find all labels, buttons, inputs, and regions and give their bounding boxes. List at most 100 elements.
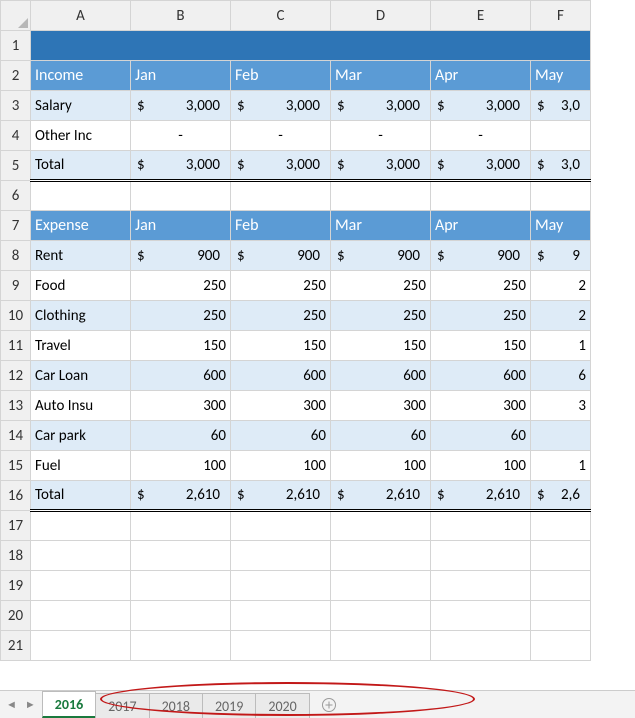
title-band[interactable] [31, 31, 591, 61]
cell-clothing-apr[interactable]: 250 [431, 301, 531, 331]
sheet-tab-2016[interactable]: 2016 [42, 691, 96, 718]
sheet-tab-2019[interactable]: 2019 [202, 693, 256, 718]
cell-otherinc-mar[interactable]: - [331, 121, 431, 151]
income-month-mar[interactable]: Mar [331, 61, 431, 91]
cell-carpark-jan[interactable]: 60 [131, 421, 231, 451]
cell-travel-may[interactable]: 1 [531, 331, 591, 361]
cell-expense-total-may[interactable]: $2,6 [531, 481, 591, 511]
cell-rent-label[interactable]: Rent [31, 241, 131, 271]
cell-rent-may[interactable]: $9 [531, 241, 591, 271]
cell-income-total-mar[interactable]: $3,000 [331, 151, 431, 181]
cell-food-mar[interactable]: 250 [331, 271, 431, 301]
sheet-tab-2017[interactable]: 2017 [95, 693, 149, 718]
cell-food-apr[interactable]: 250 [431, 271, 531, 301]
expense-month-may[interactable]: May [531, 211, 591, 241]
cell-fuel-label[interactable]: Fuel [31, 451, 131, 481]
cell-expense-total-feb[interactable]: $2,610 [231, 481, 331, 511]
cell-otherinc-label[interactable]: Other Inc [31, 121, 131, 151]
cell-income-total-jan[interactable]: $3,000 [131, 151, 231, 181]
cell-expense-total-mar[interactable]: $2,610 [331, 481, 431, 511]
row-header-3[interactable]: 3 [1, 91, 31, 121]
row-header-14[interactable]: 14 [1, 421, 31, 451]
sheet-nav-next[interactable]: ► [25, 698, 36, 711]
cell-income-total-may[interactable]: $3,0 [531, 151, 591, 181]
cell-expense-total-label[interactable]: Total [31, 481, 131, 511]
expense-month-mar[interactable]: Mar [331, 211, 431, 241]
cell-otherinc-jan[interactable]: - [131, 121, 231, 151]
cell-travel-apr[interactable]: 150 [431, 331, 531, 361]
income-header-label[interactable]: Income [31, 61, 131, 91]
row-header-9[interactable]: 9 [1, 271, 31, 301]
cell-fuel-mar[interactable]: 100 [331, 451, 431, 481]
expense-month-apr[interactable]: Apr [431, 211, 531, 241]
cell-carpark-label[interactable]: Car park [31, 421, 131, 451]
row-header-13[interactable]: 13 [1, 391, 31, 421]
row-header-1[interactable]: 1 [1, 31, 31, 61]
cell-carloan-jan[interactable]: 600 [131, 361, 231, 391]
cell-autoinsu-feb[interactable]: 300 [231, 391, 331, 421]
cell-rent-mar[interactable]: $900 [331, 241, 431, 271]
row-header-6[interactable]: 6 [1, 181, 31, 211]
sheet-tab-2018[interactable]: 2018 [149, 693, 203, 718]
income-month-apr[interactable]: Apr [431, 61, 531, 91]
cell-carpark-may[interactable] [531, 421, 591, 451]
cell-blank-6A[interactable] [31, 181, 131, 211]
cell-autoinsu-jan[interactable]: 300 [131, 391, 231, 421]
cell-clothing-feb[interactable]: 250 [231, 301, 331, 331]
col-header-C[interactable]: C [231, 1, 331, 31]
cell-otherinc-may[interactable] [531, 121, 591, 151]
cell-carloan-apr[interactable]: 600 [431, 361, 531, 391]
col-header-B[interactable]: B [131, 1, 231, 31]
row-header-4[interactable]: 4 [1, 121, 31, 151]
income-month-jan[interactable]: Jan [131, 61, 231, 91]
spreadsheet-grid[interactable]: A B C D E F 1 2 Income Jan Feb Mar Apr M… [0, 0, 591, 661]
cell-clothing-mar[interactable]: 250 [331, 301, 431, 331]
cell-travel-label[interactable]: Travel [31, 331, 131, 361]
row-header-11[interactable]: 11 [1, 331, 31, 361]
cell-salary-jan[interactable]: $3,000 [131, 91, 231, 121]
cell-expense-total-jan[interactable]: $2,610 [131, 481, 231, 511]
cell-rent-jan[interactable]: $900 [131, 241, 231, 271]
cell-carloan-mar[interactable]: 600 [331, 361, 431, 391]
row-header-7[interactable]: 7 [1, 211, 31, 241]
cell-travel-feb[interactable]: 150 [231, 331, 331, 361]
row-header-17[interactable]: 17 [1, 511, 31, 541]
row-header-8[interactable]: 8 [1, 241, 31, 271]
select-all-corner[interactable] [1, 1, 31, 31]
cell-fuel-apr[interactable]: 100 [431, 451, 531, 481]
row-header-5[interactable]: 5 [1, 151, 31, 181]
cell-carpark-mar[interactable]: 60 [331, 421, 431, 451]
income-month-feb[interactable]: Feb [231, 61, 331, 91]
row-header-19[interactable]: 19 [1, 571, 31, 601]
cell-salary-label[interactable]: Salary [31, 91, 131, 121]
row-header-2[interactable]: 2 [1, 61, 31, 91]
sheet-tab-2020[interactable]: 2020 [255, 693, 309, 718]
cell-otherinc-apr[interactable]: - [431, 121, 531, 151]
cell-autoinsu-mar[interactable]: 300 [331, 391, 431, 421]
cell-fuel-may[interactable]: 1 [531, 451, 591, 481]
cell-clothing-label[interactable]: Clothing [31, 301, 131, 331]
cell-carloan-feb[interactable]: 600 [231, 361, 331, 391]
row-header-12[interactable]: 12 [1, 361, 31, 391]
cell-carloan-label[interactable]: Car Loan [31, 361, 131, 391]
col-header-D[interactable]: D [331, 1, 431, 31]
cell-carpark-apr[interactable]: 60 [431, 421, 531, 451]
cell-clothing-jan[interactable]: 250 [131, 301, 231, 331]
income-month-may[interactable]: May [531, 61, 591, 91]
cell-autoinsu-apr[interactable]: 300 [431, 391, 531, 421]
expense-month-feb[interactable]: Feb [231, 211, 331, 241]
cell-food-may[interactable]: 2 [531, 271, 591, 301]
expense-header-label[interactable]: Expense [31, 211, 131, 241]
row-header-20[interactable]: 20 [1, 601, 31, 631]
cell-travel-mar[interactable]: 150 [331, 331, 431, 361]
cell-carpark-feb[interactable]: 60 [231, 421, 331, 451]
cell-salary-may[interactable]: $3,0 [531, 91, 591, 121]
cell-fuel-feb[interactable]: 100 [231, 451, 331, 481]
cell-carloan-may[interactable]: 6 [531, 361, 591, 391]
cell-salary-mar[interactable]: $3,000 [331, 91, 431, 121]
row-header-10[interactable]: 10 [1, 301, 31, 331]
cell-travel-jan[interactable]: 150 [131, 331, 231, 361]
add-sheet-button[interactable] [309, 691, 349, 718]
cell-income-total-apr[interactable]: $3,000 [431, 151, 531, 181]
sheet-nav-prev[interactable]: ◄ [6, 698, 17, 711]
